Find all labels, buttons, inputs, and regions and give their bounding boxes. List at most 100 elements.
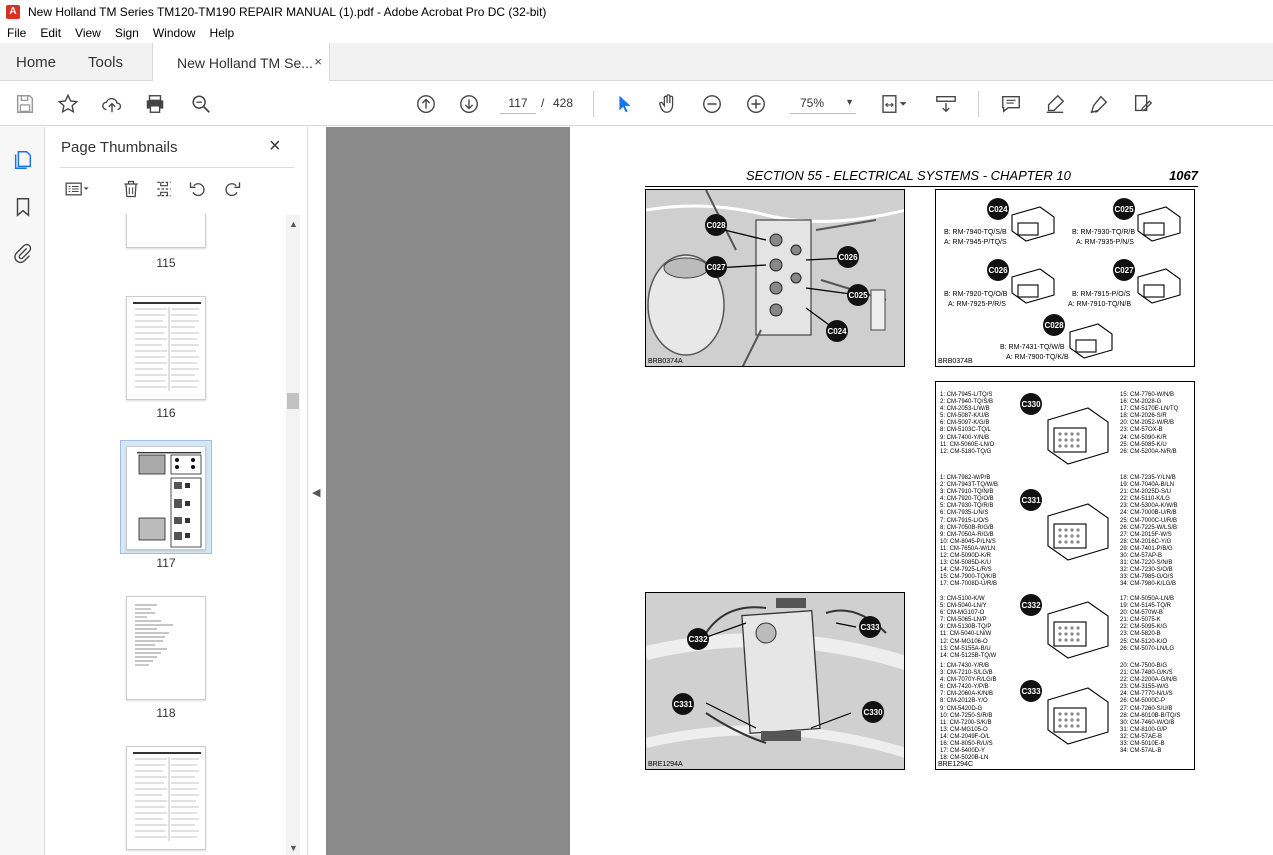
pinout-figure: 1: CM-7945-L/TQ/S 2: CM-7940-TQ/S/B 4: C… (935, 381, 1195, 770)
connector-pin-text: A: RM-7945-P/TQ/S (944, 239, 1007, 246)
comment-icon[interactable] (998, 91, 1024, 117)
scroll-up-icon[interactable]: ▲ (289, 219, 298, 229)
tab-tools[interactable]: Tools (88, 43, 123, 81)
tab-close-icon[interactable]: × (314, 54, 322, 69)
thumbnail-label: 117 (156, 556, 176, 570)
panel-close-icon[interactable]: × (269, 135, 281, 158)
zoom-search-icon[interactable] (188, 91, 214, 117)
menu-edit[interactable]: Edit (33, 26, 68, 40)
connector-pin-text: A: RM-7900-TQ/K/B (1006, 354, 1069, 361)
connector-badge: C028 (705, 214, 727, 236)
pinout-list: 15: CM-7760-W/N/B 16: CM-2028-G 17: CM-5… (1120, 392, 1179, 455)
highlight-pen-icon[interactable] (1042, 91, 1068, 117)
connector-badge: C331 (672, 693, 694, 715)
connector-badge: C027 (1113, 259, 1135, 281)
total-pages: 428 (553, 96, 574, 110)
collapse-panel-icon[interactable]: ◀ (312, 486, 320, 499)
zoom-dropdown[interactable]: 75% ▼ (790, 92, 856, 114)
pinout-list: 17: CM-5050A-LN/B 19: CM-5145-TQ/R 20: C… (1120, 596, 1175, 652)
menu-sign[interactable]: Sign (108, 26, 146, 40)
page-thumbnails-icon[interactable] (10, 147, 36, 173)
page-thumbnails-panel: Page Thumbnails × 115 116 117 118 ▲ ▼ (46, 127, 308, 855)
bookmark-star-icon[interactable] (55, 91, 81, 117)
page-thumbnail[interactable] (126, 746, 206, 850)
pinout-list: 3: CM-5100-K/W 5: CM-5040-LN/Y 6: CM-MG1… (940, 596, 997, 659)
figure-label: BRE1294A (648, 761, 683, 768)
connector-pin-text: B: RM-7920-TQ/O/B (944, 291, 1008, 298)
hand-tool-icon[interactable] (655, 91, 681, 117)
extract-pages-icon[interactable] (152, 177, 176, 201)
scroll-mode-icon[interactable] (933, 91, 959, 117)
connector-pin-text: B: RM-7915-P/O/S (1072, 291, 1131, 298)
tab-home[interactable]: Home (16, 43, 56, 81)
attachments-paperclip-icon[interactable] (10, 240, 36, 266)
menu-view[interactable]: View (68, 26, 108, 40)
toolbar-divider (593, 91, 594, 117)
window-title: New Holland TM Series TM120-TM190 REPAIR… (28, 4, 547, 19)
connector-badge: C333 (1020, 680, 1042, 702)
connector-photo-figure: C028 C027 C026 C025 C024 BRB0374A (645, 189, 905, 367)
page-thumbnail-selected[interactable] (126, 446, 206, 550)
left-navigation-rail (0, 127, 45, 855)
connector-pin-text: B: RM-7940-TQ/S/B (944, 229, 1007, 236)
connector-badge: C333 (859, 616, 881, 638)
menu-help[interactable]: Help (203, 26, 242, 40)
scroll-down-icon[interactable]: ▼ (289, 843, 298, 853)
draw-sign-icon[interactable] (1086, 91, 1112, 117)
connector-badge: C028 (1043, 314, 1065, 336)
zoom-value: 75% (800, 95, 825, 110)
panel-divider (60, 167, 294, 168)
save-icon[interactable] (12, 91, 38, 117)
pinout-list: 1: CM-7430-Y/R/B 3: CM-7210-S/LG/B 4: CM… (940, 663, 997, 762)
thumbnail-scrollbar[interactable]: ▲ ▼ (286, 215, 300, 855)
connector-pin-text: B: RM-7431-TQ/W/B (1000, 344, 1065, 351)
zoom-out-icon[interactable] (699, 91, 725, 117)
page-thumbnail[interactable] (126, 596, 206, 700)
connector-badge: C024 (826, 320, 848, 342)
connector-pin-text: B: RM-7930-TQ/R/B (1072, 229, 1136, 236)
connector-pin-text: A: RM-7925-P/R/S (948, 301, 1006, 308)
tab-bar: Home Tools New Holland TM Se... × (0, 43, 1273, 82)
page-number: 1067 (1169, 168, 1198, 183)
pinout-list: 1: CM-7982-W/P/B 2: CM-7943T-TQ/W/B 3: C… (940, 475, 999, 588)
rotate-right-icon[interactable] (220, 177, 244, 201)
acrobat-logo-icon: A (6, 4, 20, 19)
connector-badge: C025 (847, 284, 869, 306)
page-thumbnail[interactable] (126, 214, 206, 248)
panel-title: Page Thumbnails (61, 139, 178, 156)
select-cursor-icon[interactable] (611, 91, 637, 117)
title-bar: A New Holland TM Series TM120-TM190 REPA… (0, 0, 1273, 23)
figure-label: BRB0374B (938, 358, 973, 365)
next-page-icon[interactable] (456, 91, 482, 117)
connector-badge: C332 (687, 628, 709, 650)
print-icon[interactable] (142, 91, 168, 117)
page-number-input[interactable] (500, 92, 536, 114)
pdf-page: SECTION 55 - ELECTRICAL SYSTEMS - CHAPTE… (570, 127, 1273, 855)
toolbar-divider (978, 91, 979, 117)
tab-document[interactable]: New Holland TM Se... × (152, 43, 330, 82)
scrollbar-thumb[interactable] (287, 393, 299, 409)
zoom-in-icon[interactable] (743, 91, 769, 117)
connector-badge: C026 (987, 259, 1009, 281)
connector-badge: C331 (1020, 489, 1042, 511)
menu-file[interactable]: File (0, 26, 33, 40)
pinout-list: 1: CM-7945-L/TQ/S 2: CM-7940-TQ/S/B 4: C… (940, 392, 995, 455)
menu-window[interactable]: Window (146, 26, 203, 40)
pinout-list: 20: CM-7500-B/G 21: CM-7480-G/K/S 22: CM… (1120, 663, 1181, 755)
rotate-left-icon[interactable] (186, 177, 210, 201)
page-separator: / (541, 96, 545, 110)
fill-sign-icon[interactable] (1130, 91, 1156, 117)
page-thumbnail[interactable] (126, 296, 206, 400)
upload-cloud-icon[interactable] (99, 91, 125, 117)
connector-badge: C027 (705, 256, 727, 278)
thumbnail-label: 116 (156, 406, 176, 420)
previous-page-icon[interactable] (413, 91, 439, 117)
connector-badge: C026 (837, 246, 859, 268)
thumbnail-options-icon[interactable] (60, 177, 94, 201)
document-view[interactable]: SECTION 55 - ELECTRICAL SYSTEMS - CHAPTE… (326, 127, 1273, 855)
fit-page-icon[interactable] (877, 91, 911, 117)
rm-connectors-figure: C024 B: RM-7940-TQ/S/B A: RM-7945-P/TQ/S… (935, 189, 1195, 367)
thumbnail-list: 115 116 117 118 (46, 214, 286, 855)
delete-page-icon[interactable] (119, 177, 143, 201)
bookmarks-icon[interactable] (10, 194, 36, 220)
